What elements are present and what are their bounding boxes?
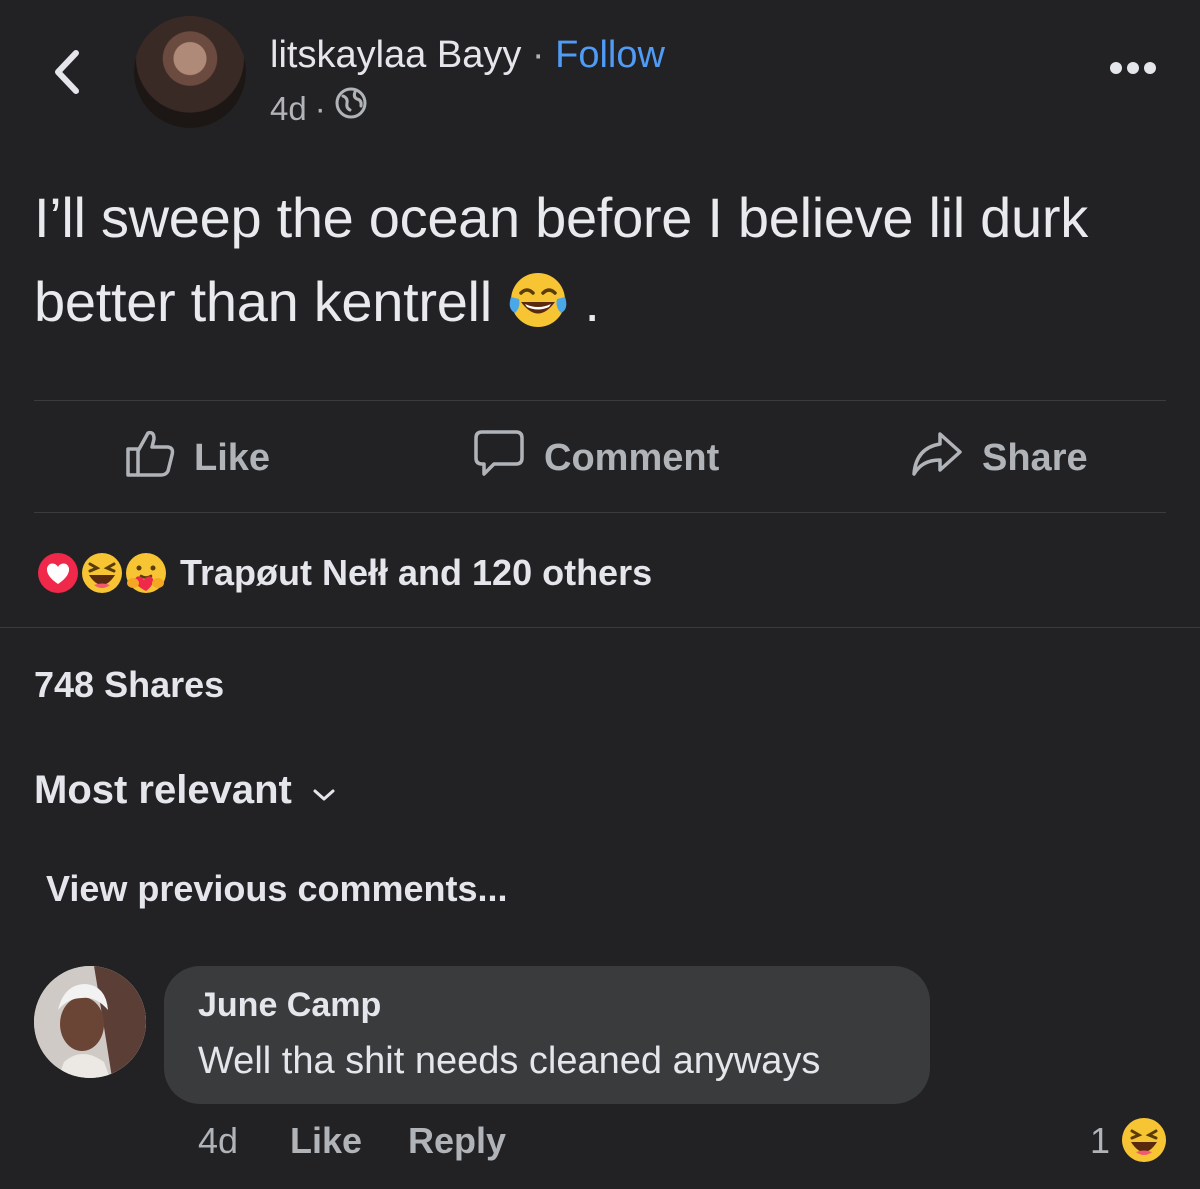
more-options-button[interactable] xyxy=(1100,50,1166,90)
share-arrow-icon xyxy=(910,428,964,488)
care-reaction-icon xyxy=(122,549,170,597)
haha-reaction-icon[interactable] xyxy=(1120,1116,1168,1164)
post-time: 4d xyxy=(270,90,307,127)
post-end: . xyxy=(584,270,600,333)
comment-text: Well tha shit needs cleaned anyways xyxy=(198,1040,821,1082)
post-text: I’ll sweep the ocean before I believe li… xyxy=(34,176,1164,344)
reactions-summary[interactable]: Trapøut Nełł and 120 others xyxy=(34,546,652,600)
follow-button[interactable]: Follow xyxy=(555,34,665,76)
divider-reactions xyxy=(0,627,1200,628)
author-line: litskaylaa Bayy · Follow xyxy=(270,32,665,78)
share-button[interactable]: Share xyxy=(910,428,1088,488)
comment-like-button[interactable]: Like xyxy=(290,1118,362,1164)
haha-reaction-icon xyxy=(78,549,126,597)
comment-label: Comment xyxy=(544,436,720,479)
chevron-down-icon xyxy=(312,768,336,813)
divider-actions xyxy=(34,512,1166,513)
shares-count[interactable]: 748 Shares xyxy=(34,664,224,706)
reaction-icons xyxy=(34,549,174,597)
comment-time: 4d xyxy=(198,1120,239,1161)
love-reaction-icon xyxy=(34,549,82,597)
chevron-left-icon xyxy=(52,49,82,100)
tears-of-joy-emoji xyxy=(507,269,569,331)
post-meta: 4d · xyxy=(270,86,368,132)
comment-icon xyxy=(472,426,526,490)
like-label: Like xyxy=(194,436,271,479)
comment-button[interactable]: Comment xyxy=(472,428,719,488)
comment-author-avatar[interactable] xyxy=(34,966,146,1078)
comment-author-name[interactable]: June Camp xyxy=(198,986,381,1025)
thumbs-up-icon xyxy=(124,427,176,489)
name-separator: · xyxy=(531,34,545,76)
more-horizontal-icon xyxy=(1109,61,1157,80)
comment-sort-dropdown[interactable]: Most relevant xyxy=(34,768,336,813)
share-label: Share xyxy=(982,436,1088,479)
divider-top xyxy=(34,400,1166,401)
comment-reply-button[interactable]: Reply xyxy=(408,1118,506,1164)
reactions-summary-text: Trapøut Nełł and 120 others xyxy=(180,552,653,593)
time-separator: · xyxy=(314,90,326,127)
sort-label: Most relevant xyxy=(34,768,292,812)
view-previous-comments-link[interactable]: View previous comments... xyxy=(46,868,508,910)
author-name[interactable]: litskaylaa Bayy xyxy=(270,34,521,76)
globe-icon xyxy=(334,86,368,132)
back-button[interactable] xyxy=(44,44,90,104)
like-button[interactable]: Like xyxy=(124,428,270,488)
author-avatar[interactable] xyxy=(134,16,246,128)
comment-reaction-count[interactable]: 1 xyxy=(1090,1118,1110,1164)
